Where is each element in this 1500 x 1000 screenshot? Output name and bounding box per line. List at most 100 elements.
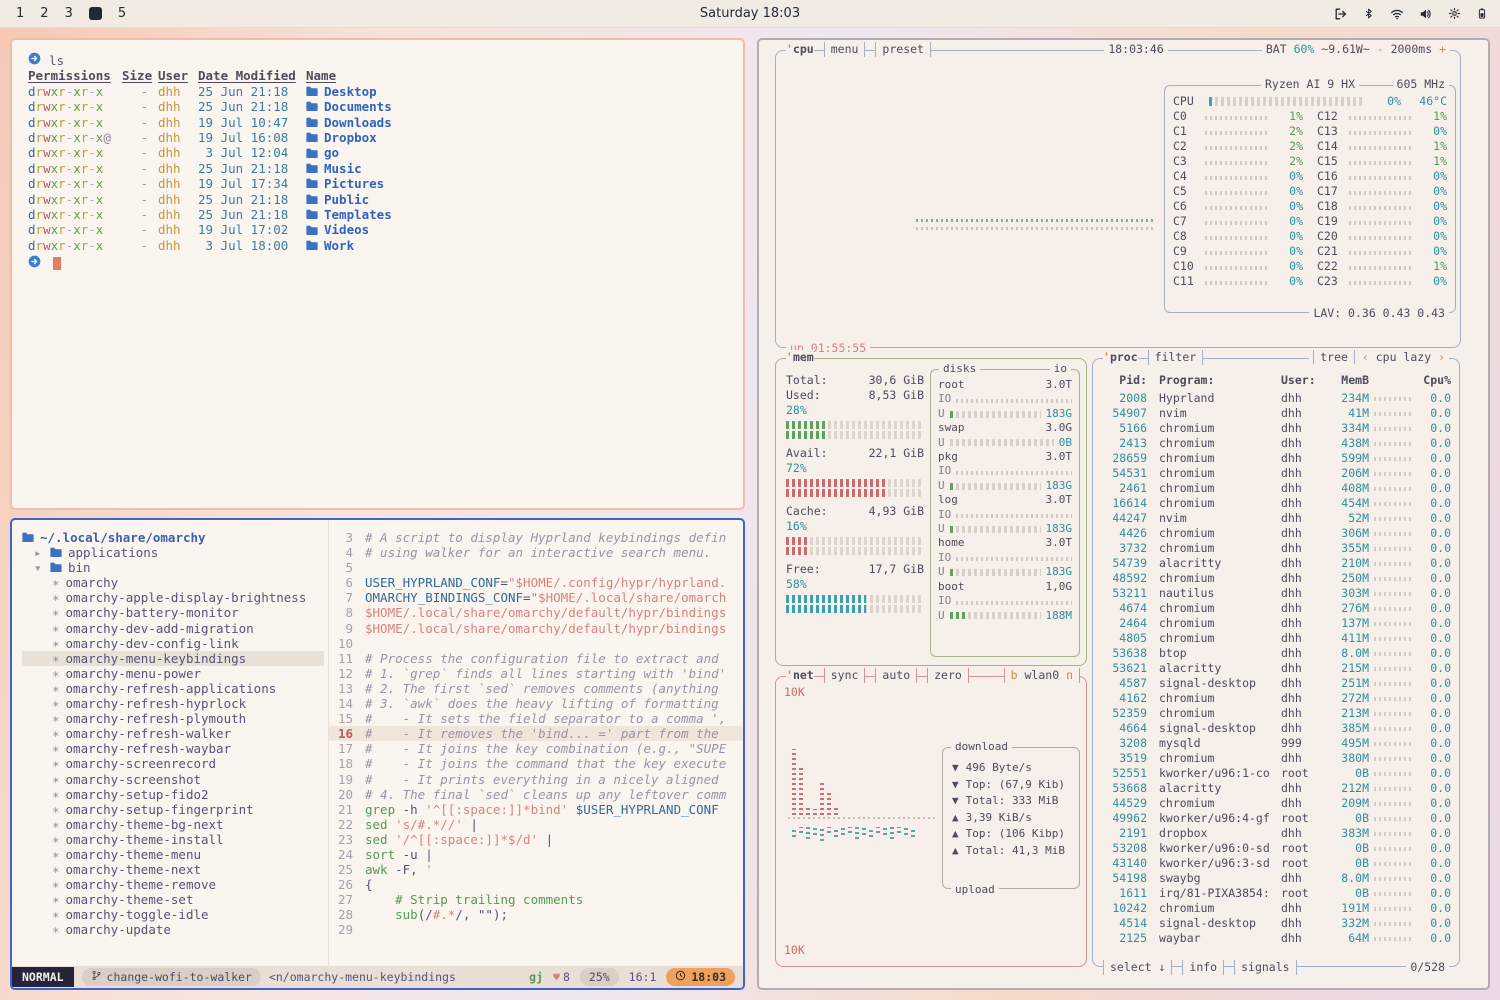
workspace-2[interactable]: 2 [40, 6, 48, 21]
tree-item[interactable]: omarchy-theme-next [22, 862, 324, 877]
process-row[interactable]: 4162chromiumdhh272M0.0 [1103, 691, 1451, 706]
wifi-icon[interactable] [1390, 7, 1404, 21]
code-line[interactable]: 7OMARCHY_BINDINGS_CONF="$HOME/.local/sha… [329, 590, 743, 605]
process-row[interactable]: 53208kworker/u96:0-sdroot0B0.0 [1103, 841, 1451, 856]
tree-item[interactable]: omarchy-refresh-hyprlock [22, 696, 324, 711]
tree-item[interactable]: omarchy-screenrecord [22, 756, 324, 771]
folder-entry[interactable]: Pictures [306, 176, 727, 191]
code-line[interactable]: 9$HOME/.local/share/omarchy/default/hypr… [329, 621, 743, 636]
folder-entry[interactable]: Music [306, 161, 727, 176]
process-row[interactable]: 2125waybardhh64M0.0 [1103, 931, 1451, 946]
tree-item[interactable]: omarchy-toggle-idle [22, 907, 324, 922]
process-row[interactable]: 4805chromiumdhh411M0.0 [1103, 631, 1451, 646]
settings-icon[interactable] [1448, 7, 1461, 20]
tree-item[interactable]: omarchy-theme-install [22, 832, 324, 847]
code-line[interactable]: 28 sub(/#.*/, ""); [329, 907, 743, 922]
tree-item[interactable]: omarchy-update [22, 922, 324, 937]
code-line[interactable]: 14# 3. `awk` does the heavy lifting of f… [329, 696, 743, 711]
process-row[interactable]: 48592chromiumdhh250M0.0 [1103, 571, 1451, 586]
tree-item-applications[interactable]: applications [22, 545, 324, 560]
disks-title[interactable]: disks [939, 361, 980, 376]
mem-box-title[interactable]: mem [786, 350, 814, 365]
tree-item-bin[interactable]: bin [22, 560, 324, 575]
disks-io-label[interactable]: io [1050, 361, 1071, 376]
git-branch[interactable]: change-wofi-to-walker [82, 968, 261, 986]
code-line[interactable]: 25awk -F, ' [329, 862, 743, 877]
sort-next-button[interactable]: › [1438, 350, 1445, 364]
process-row[interactable]: 3519chromiumdhh380M0.0 [1103, 751, 1451, 766]
code-line[interactable]: 13# 2. The first `sed` removes comments … [329, 681, 743, 696]
code-line[interactable]: 20# 4. The final `sed` cleans up any lef… [329, 787, 743, 802]
preset-button[interactable]: preset [875, 42, 931, 57]
bluetooth-icon[interactable] [1363, 7, 1375, 20]
process-row[interactable]: 54198swaybgdhh8.0M0.0 [1103, 871, 1451, 886]
process-row[interactable]: 54531chromiumdhh206M0.0 [1103, 466, 1451, 481]
code-line[interactable]: 19# - It prints everything in a nicely a… [329, 772, 743, 787]
code-line[interactable]: 17# - It joins the key combination (e.g.… [329, 741, 743, 756]
proc-tree-button[interactable]: tree [1313, 350, 1355, 364]
process-row[interactable]: 53638btopdhh8.0M0.0 [1103, 646, 1451, 661]
tree-item[interactable]: omarchy-menu-keybindings [22, 651, 324, 666]
code-line[interactable]: 10 [329, 636, 743, 651]
code-line[interactable]: 29 [329, 922, 743, 937]
process-row[interactable]: 44247nvimdhh52M0.0 [1103, 511, 1451, 526]
code-line[interactable]: 12# 1. `grep` finds all lines starting w… [329, 666, 743, 681]
proc-select-button[interactable]: select ↓ [1103, 960, 1172, 975]
tree-item[interactable]: omarchy-refresh-plymouth [22, 711, 324, 726]
tree-item[interactable]: omarchy-theme-set [22, 892, 324, 907]
interval-decrease-button[interactable]: - [1377, 42, 1384, 56]
process-row[interactable]: 2461chromiumdhh408M0.0 [1103, 481, 1451, 496]
tree-item[interactable]: omarchy-refresh-waybar [22, 741, 324, 756]
folder-entry[interactable]: Desktop [306, 84, 727, 99]
clock[interactable]: Saturday 18:03 [700, 6, 800, 21]
sort-prev-button[interactable]: ‹ [1362, 350, 1369, 364]
tree-item[interactable]: omarchy-theme-remove [22, 877, 324, 892]
code-line[interactable]: 16# - It removes the 'bind... =' part fr… [329, 726, 743, 741]
tree-item[interactable]: omarchy-refresh-walker [22, 726, 324, 741]
process-row[interactable]: 4664signal-desktopdhh385M0.0 [1103, 721, 1451, 736]
proc-header-cpu[interactable]: Cpu% [1419, 373, 1451, 388]
workspace-4-active-indicator[interactable] [89, 7, 102, 20]
process-row[interactable]: 53668alacrittydhh212M0.0 [1103, 781, 1451, 796]
process-row[interactable]: 4426chromiumdhh306M0.0 [1103, 526, 1451, 541]
tree-item[interactable]: omarchy-theme-bg-next [22, 817, 324, 832]
proc-box-title[interactable]: proc [1103, 350, 1138, 365]
folder-entry[interactable]: Work [306, 238, 727, 253]
prompt-line-empty[interactable] [28, 255, 727, 271]
code-line[interactable]: 26{ [329, 877, 743, 892]
process-row[interactable]: 4514signal-desktopdhh332M0.0 [1103, 916, 1451, 931]
process-row[interactable]: 52551kworker/u96:1-coroot0B0.0 [1103, 766, 1451, 781]
code-line[interactable]: 15# - It sets the field separator to a c… [329, 711, 743, 726]
tree-item[interactable]: omarchy-screenshot [22, 772, 324, 787]
code-line[interactable]: 27 # Strip trailing comments [329, 892, 743, 907]
process-row[interactable]: 2191dropboxdhh383M0.0 [1103, 826, 1451, 841]
tree-item[interactable]: omarchy-setup-fido2 [22, 787, 324, 802]
process-row[interactable]: 44529chromiumdhh209M0.0 [1103, 796, 1451, 811]
proc-filter-button[interactable]: filter [1148, 350, 1204, 365]
code-line[interactable]: 5 [329, 560, 743, 575]
volume-icon[interactable] [1419, 7, 1433, 21]
tree-item[interactable]: omarchy-apple-display-brightness [22, 590, 324, 605]
tree-item[interactable]: omarchy-setup-fingerprint [22, 802, 324, 817]
code-line[interactable]: 21grep -h '^[[:space:]]*bind' $USER_HYPR… [329, 802, 743, 817]
code-line[interactable]: 18# - It joins the command that the key … [329, 756, 743, 771]
tree-item[interactable]: omarchy-dev-add-migration [22, 621, 324, 636]
folder-entry[interactable]: Dropbox [306, 130, 727, 145]
code-line[interactable]: 8$HOME/.local/share/omarchy/default/hypr… [329, 605, 743, 620]
code-line[interactable]: 23sed '/^[[:space:]]*$/d' | [329, 832, 743, 847]
folder-entry[interactable]: Documents [306, 99, 727, 114]
tree-item[interactable]: omarchy-theme-menu [22, 847, 324, 862]
process-row[interactable]: 54907nvimdhh41M0.0 [1103, 406, 1451, 421]
tree-item[interactable]: omarchy-battery-monitor [22, 605, 324, 620]
folder-entry[interactable]: Videos [306, 222, 727, 237]
process-row[interactable]: 1611irq/81-PIXA3854:root0B0.0 [1103, 886, 1451, 901]
logout-icon[interactable] [1334, 7, 1348, 21]
process-row[interactable]: 10242chromiumdhh191M0.0 [1103, 901, 1451, 916]
process-row[interactable]: 16614chromiumdhh454M0.0 [1103, 496, 1451, 511]
workspace-5[interactable]: 5 [118, 6, 126, 21]
proc-header-mem[interactable]: MemB [1323, 373, 1369, 388]
process-row[interactable]: 53211nautilusdhh303M0.0 [1103, 586, 1451, 601]
code-line[interactable]: 24sort -u | [329, 847, 743, 862]
process-row[interactable]: 4587signal-desktopdhh251M0.0 [1103, 676, 1451, 691]
process-row[interactable]: 2464chromiumdhh137M0.0 [1103, 616, 1451, 631]
